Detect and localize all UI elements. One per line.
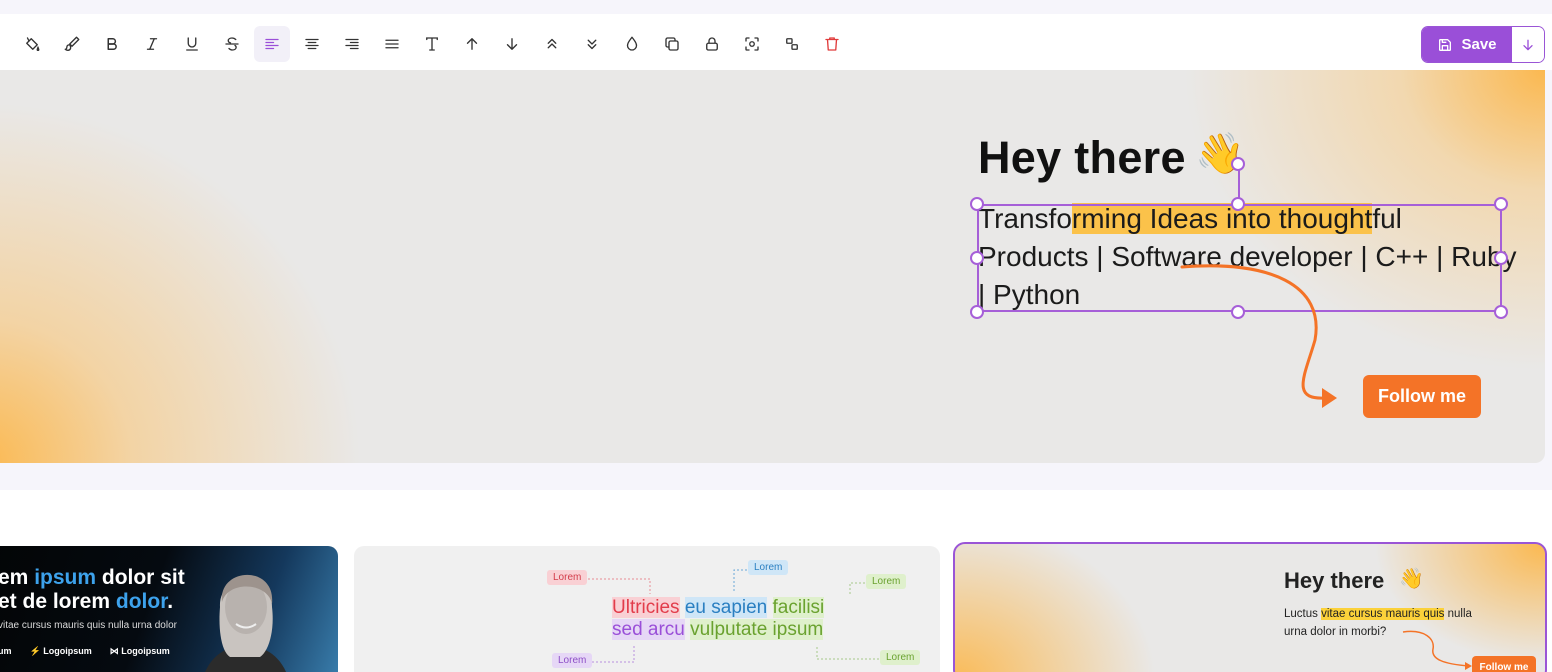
follow-me-button[interactable]: Follow me [1363, 375, 1481, 418]
duplicate-button[interactable] [654, 26, 690, 62]
card1-title-accent: dolor [115, 590, 168, 613]
floppy-disk-icon [1439, 38, 1452, 51]
move-up-button[interactable] [454, 26, 490, 62]
mindmap-word: facilisi [772, 597, 825, 618]
arrow-up-icon [466, 38, 478, 50]
card1-title-text: . [167, 590, 174, 613]
send-to-back-icon [587, 39, 597, 50]
template-gallery: em ipsum dolor sit et de lorem dolor. vi… [0, 490, 1552, 672]
bring-to-front-button[interactable] [534, 26, 570, 62]
lock-button[interactable] [694, 26, 730, 62]
card1-title-text: dolor sit [96, 566, 185, 589]
opacity-drop-icon [626, 36, 638, 51]
align-right-icon [345, 38, 359, 50]
save-options-button[interactable] [1512, 27, 1544, 62]
italic-button[interactable] [134, 26, 170, 62]
template-card-profile-dark[interactable]: em ipsum dolor sit et de lorem dolor. vi… [0, 546, 338, 672]
mindmap-chip: Lorem [547, 570, 588, 585]
bold-button[interactable] [94, 26, 130, 62]
mindmap-word: vulputate ipsum [690, 619, 824, 640]
save-label: Save [1461, 36, 1497, 53]
card1-title-text: et de lorem [0, 590, 116, 613]
card1-logos: um ⚡ Logoipsum ⋈ Logoipsum [0, 646, 170, 657]
card1-title-accent: ipsum [34, 566, 97, 589]
brush-button[interactable] [54, 26, 90, 62]
brush-icon [64, 36, 80, 51]
card1-title: em ipsum dolor sit et de lorem dolor. [0, 566, 185, 614]
bold-icon [107, 38, 117, 50]
underline-icon [186, 37, 198, 51]
portrait-photo [205, 574, 287, 672]
logo-text: ⚡ Logoipsum [29, 646, 92, 656]
underline-button[interactable] [174, 26, 210, 62]
align-justify-icon [385, 39, 399, 49]
focus-icon [745, 37, 759, 51]
align-right-button[interactable] [334, 26, 370, 62]
align-justify-button[interactable] [374, 26, 410, 62]
card1-title-text: em [0, 566, 35, 589]
mindmap-word: Ultricies [612, 597, 680, 618]
delete-button[interactable] [814, 26, 850, 62]
mindmap-word: eu sapien [684, 597, 768, 618]
format-toolbar: Save [0, 14, 1552, 70]
template-card-mindmap[interactable]: Lorem Lorem Lorem Lorem Lorem Ultricies … [354, 546, 940, 672]
card3-arrow [1402, 630, 1472, 670]
logo-text: ⋈ Logoipsum [109, 646, 170, 656]
mindmap-word: sed arcu [612, 619, 685, 640]
duplicate-icon [665, 37, 679, 51]
arrow-down-icon [506, 38, 518, 50]
group-icon [786, 38, 798, 50]
mindmap-text: Ultricies eu sapien facilisi sed arcu vu… [612, 597, 825, 641]
opacity-button[interactable] [614, 26, 650, 62]
save-button[interactable]: Save [1422, 27, 1512, 62]
curved-arrow [1180, 264, 1337, 408]
banner-canvas[interactable]: Hey there 👋 Transforming Ideas into thou… [0, 70, 1545, 463]
text-button[interactable] [414, 26, 450, 62]
strikethrough-icon [225, 37, 239, 51]
fill-bucket-icon [26, 37, 40, 52]
focus-button[interactable] [734, 26, 770, 62]
logo-text: um [0, 646, 12, 656]
mindmap-chip: Lorem [748, 560, 789, 575]
save-split-button: Save [1421, 26, 1545, 63]
italic-icon [146, 38, 158, 50]
lock-icon [706, 37, 718, 51]
align-center-button[interactable] [294, 26, 330, 62]
mindmap-chip: Lorem [880, 650, 921, 665]
arrow-down-icon [1523, 39, 1533, 50]
top-strip [0, 0, 1552, 14]
send-to-back-button[interactable] [574, 26, 610, 62]
section-divider [0, 474, 1552, 490]
trash-icon [825, 37, 839, 51]
text-icon [426, 37, 438, 51]
mindmap-chip: Lorem [866, 574, 907, 589]
move-down-button[interactable] [494, 26, 530, 62]
fill-bucket-button[interactable] [14, 26, 50, 62]
card3-follow-button: Follow me [1472, 656, 1536, 672]
align-left-button[interactable] [254, 26, 290, 62]
strikethrough-button[interactable] [214, 26, 250, 62]
bring-to-front-icon [547, 38, 557, 49]
mindmap-chip: Lorem [552, 653, 593, 668]
card1-subtitle: vitae cursus mauris quis nulla urna dolo… [0, 620, 177, 631]
align-center-icon [305, 38, 319, 50]
group-button[interactable] [774, 26, 810, 62]
align-left-icon [265, 38, 279, 50]
template-card-hey-there[interactable]: Hey there 👋 Luctus vitae cursus mauris q… [953, 542, 1547, 672]
